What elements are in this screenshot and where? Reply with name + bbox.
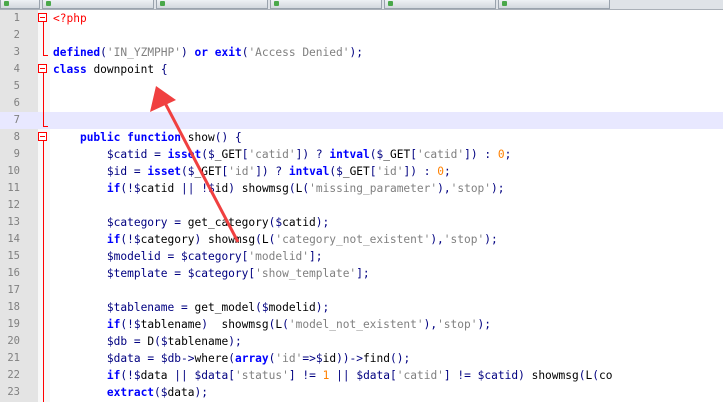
arrow-shaft xyxy=(162,100,240,243)
annotation-arrow xyxy=(150,86,240,243)
arrow-head xyxy=(150,86,176,112)
